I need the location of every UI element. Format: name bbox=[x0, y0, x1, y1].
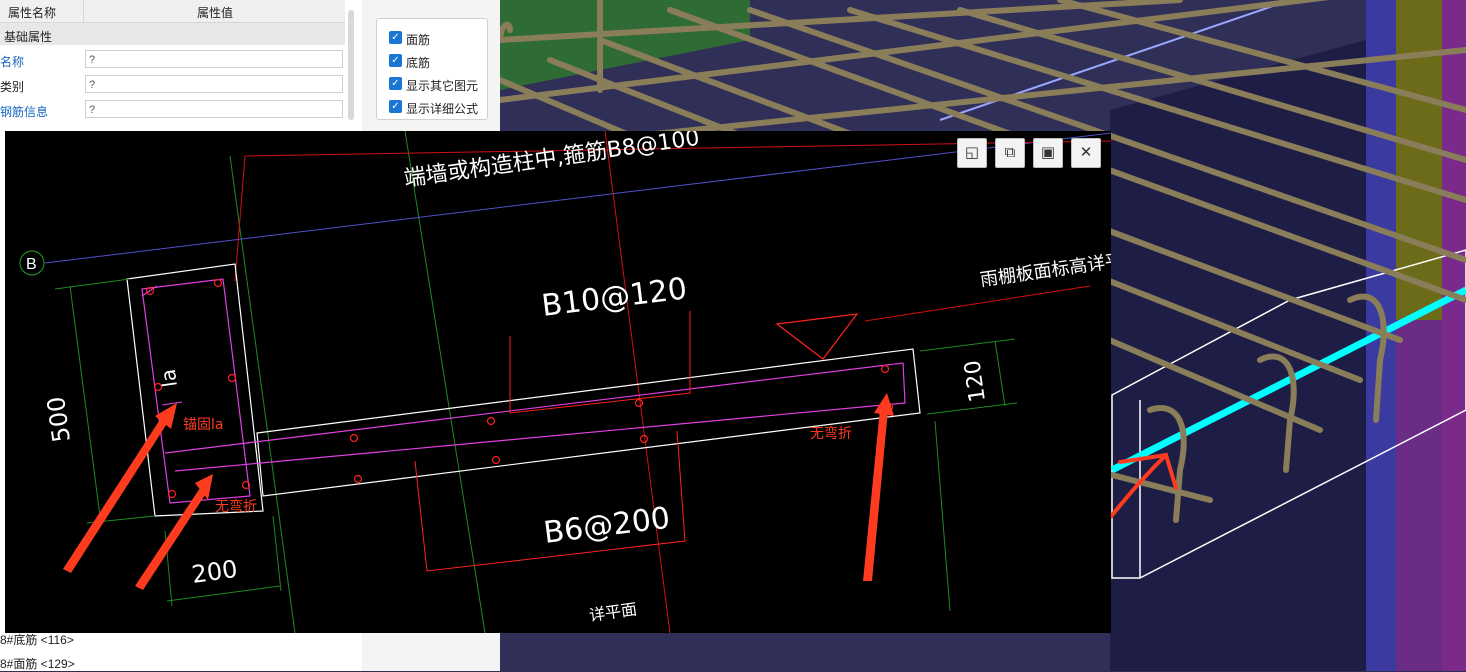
copy-button[interactable]: ⧉ bbox=[995, 138, 1025, 168]
close-button[interactable]: ✕ bbox=[1071, 138, 1101, 168]
purple-column-face bbox=[1442, 0, 1466, 671]
elevation-triangle bbox=[775, 313, 859, 360]
axis-bubble-label: B bbox=[26, 256, 37, 273]
top-rebar-label: B10@120 bbox=[540, 271, 689, 324]
slab-outline bbox=[256, 348, 921, 497]
property-row-name: 名称 ? bbox=[0, 48, 345, 72]
rebar-list-item[interactable]: 8#面筋 <129> bbox=[0, 655, 75, 672]
cad-drawing: B 端墙或构造柱中,箍筋B8@100 B10@120 B6@200 雨棚板面标高… bbox=[19, 131, 1111, 633]
restore-icon: ◱ bbox=[964, 144, 980, 161]
red-leader bbox=[234, 155, 246, 282]
property-row-rebar-info: 钢筋信息 ? bbox=[0, 98, 345, 122]
display-options-box: ✓ 面筋 ✓ 底筋 ✓ 显示其它图元 ✓ 显示详细公式 bbox=[376, 18, 488, 120]
copy-icon: ⧉ bbox=[1004, 144, 1016, 161]
bottom-rebar-label: B6@200 bbox=[542, 501, 672, 551]
annotation-no-bend: 无弯折 bbox=[810, 425, 852, 442]
dimension-thickness: 120 bbox=[960, 359, 991, 404]
property-group-basic[interactable]: 基础属性 bbox=[0, 23, 345, 45]
option-label: 显示详细公式 bbox=[406, 102, 479, 116]
annotation-anchorage: 锚固la bbox=[183, 417, 223, 433]
checkbox-checked-icon[interactable]: ✓ bbox=[389, 54, 402, 67]
column-header-name: 属性名称 bbox=[8, 6, 57, 20]
olive-column-face bbox=[1396, 0, 1442, 320]
property-label: 钢筋信息 bbox=[0, 105, 49, 119]
elevation-note: 雨棚板面标高详平面 bbox=[979, 248, 1111, 291]
property-group-label: 基础属性 bbox=[4, 30, 53, 44]
annotation-no-bend: 无弯折 bbox=[215, 498, 257, 515]
axis-guide-line bbox=[404, 131, 486, 633]
property-row-category: 类别 ? bbox=[0, 73, 345, 97]
dimension-width: 200 bbox=[190, 555, 239, 589]
slab-rebar bbox=[164, 362, 906, 472]
header-divider bbox=[83, 0, 84, 22]
dimension-height: 500 bbox=[42, 395, 76, 444]
purple-wall-face bbox=[1396, 320, 1442, 671]
checkbox-checked-icon[interactable]: ✓ bbox=[389, 77, 402, 90]
save-button[interactable]: ▣ bbox=[1033, 138, 1063, 168]
wall-section-outline bbox=[126, 263, 264, 517]
close-icon: ✕ bbox=[1079, 144, 1093, 161]
option-label: 底筋 bbox=[406, 56, 431, 70]
option-label: 显示其它图元 bbox=[406, 79, 479, 93]
property-value-input[interactable]: ? bbox=[85, 75, 343, 93]
red-centerline bbox=[604, 131, 671, 633]
bar-mark: la bbox=[156, 368, 182, 389]
column-header-value: 属性值 bbox=[197, 6, 234, 20]
title-note: 端墙或构造柱中,箍筋B8@100 bbox=[402, 131, 701, 192]
reference-note: 详平面 bbox=[588, 599, 638, 624]
property-scrollbar[interactable] bbox=[348, 10, 354, 120]
rebar-list-item[interactable]: 8#底筋 <116> bbox=[0, 631, 74, 648]
option-label: 面筋 bbox=[406, 33, 431, 47]
elevation-leader bbox=[864, 285, 1091, 322]
save-icon: ▣ bbox=[1040, 144, 1056, 161]
property-value-input[interactable]: ? bbox=[85, 50, 343, 68]
checkbox-checked-icon[interactable]: ✓ bbox=[389, 100, 402, 113]
cad-detail-popup[interactable]: B 端墙或构造柱中,箍筋B8@100 B10@120 B6@200 雨棚板面标高… bbox=[5, 131, 1111, 633]
property-table-header: 属性名称 属性值 bbox=[0, 0, 345, 23]
rebar-points bbox=[145, 278, 894, 499]
dim-tick bbox=[161, 401, 183, 406]
restore-button[interactable]: ◱ bbox=[957, 138, 987, 168]
property-label: 类别 bbox=[0, 80, 25, 94]
property-value-input[interactable]: ? bbox=[85, 100, 343, 118]
checkbox-checked-icon[interactable]: ✓ bbox=[389, 31, 402, 44]
property-label: 名称 bbox=[0, 55, 25, 69]
